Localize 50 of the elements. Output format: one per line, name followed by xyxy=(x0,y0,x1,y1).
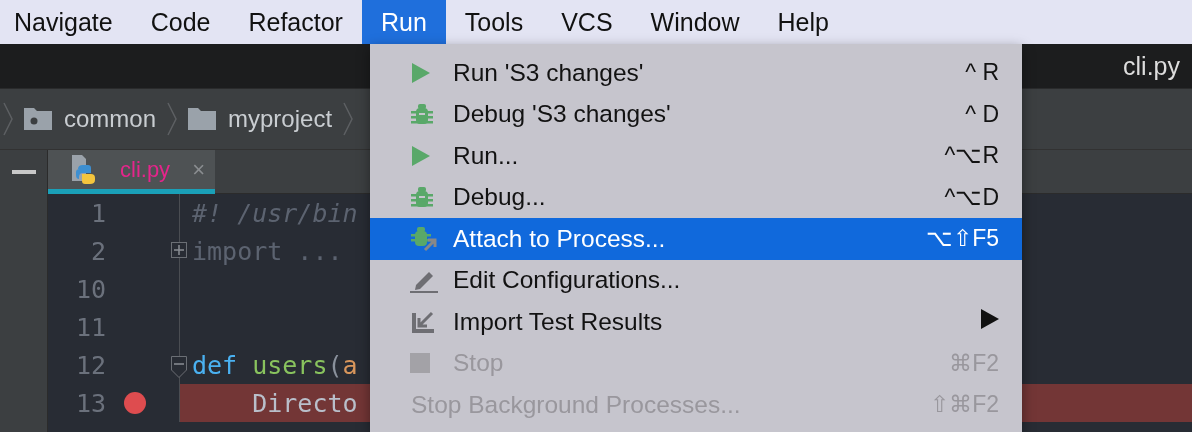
menu-item[interactable]: Refactor xyxy=(229,0,362,44)
menu-item[interactable]: Run... ^⌥R xyxy=(370,135,1022,177)
expand-icon[interactable] xyxy=(171,242,187,258)
breadcrumb-item[interactable]: common xyxy=(24,105,157,133)
module-folder-icon xyxy=(24,108,52,130)
python-file-icon xyxy=(70,154,98,185)
code-line: import ... xyxy=(192,236,343,266)
chevron-icon xyxy=(2,101,14,137)
chevron-icon xyxy=(166,101,179,137)
menu-item[interactable]: Edit Configurations... xyxy=(370,259,1022,301)
bug-arrow-icon xyxy=(410,225,438,252)
window-title: cli.py xyxy=(1123,51,1180,81)
menu-item[interactable]: Debug... ^⌥D xyxy=(370,176,1022,218)
breadcrumb-item[interactable]: myproject xyxy=(188,105,333,133)
play-icon xyxy=(410,144,432,167)
code-line: def users(a xyxy=(192,350,358,380)
menu-item[interactable]: Navigate xyxy=(0,0,132,44)
line-number: 2 xyxy=(89,236,106,266)
line-number: 13 xyxy=(74,388,106,418)
stop-icon xyxy=(410,353,430,374)
code-line: Directo xyxy=(251,388,358,418)
bug-icon xyxy=(410,185,434,210)
minimize-icon[interactable] xyxy=(11,170,36,174)
folder-icon xyxy=(188,108,217,130)
shortcut-text: ^⌥R xyxy=(944,142,999,170)
collapse-icon[interactable] xyxy=(171,356,187,378)
menu-item[interactable]: Import Test Results xyxy=(370,301,1022,343)
line-number: 12 xyxy=(74,350,106,380)
line-number: 1 xyxy=(89,198,106,228)
menu-item[interactable]: Run 'S3 changes' ^ R xyxy=(370,52,1022,94)
menu-item[interactable]: Tools xyxy=(445,0,543,44)
line-number: 11 xyxy=(74,312,106,342)
code-line: #! /usr/bin xyxy=(192,198,358,228)
breakpoint-icon[interactable] xyxy=(123,392,146,414)
menu-item[interactable]: Help xyxy=(758,0,848,44)
bug-icon xyxy=(410,102,434,127)
menu-item[interactable]: Attach to Process... ⌥⇧F5 xyxy=(370,218,1022,260)
submenu-arrow-icon xyxy=(981,309,999,330)
menu-item[interactable]: Debug 'S3 changes' ^ D xyxy=(370,93,1022,135)
chevron-icon xyxy=(342,101,355,137)
line-number: 10 xyxy=(74,274,106,304)
shortcut-text: ^ R xyxy=(965,59,999,87)
play-icon xyxy=(410,61,432,84)
shortcut-text: ^ D xyxy=(965,100,999,128)
menu-item[interactable]: Code xyxy=(131,0,230,44)
menu-item[interactable]: Window xyxy=(631,0,759,44)
shortcut-text: ^⌥D xyxy=(944,183,999,211)
shortcut-text: ⌥⇧F5 xyxy=(926,225,999,253)
menu-item[interactable]: Run xyxy=(361,0,446,44)
menu-item[interactable]: VCS xyxy=(542,0,632,44)
